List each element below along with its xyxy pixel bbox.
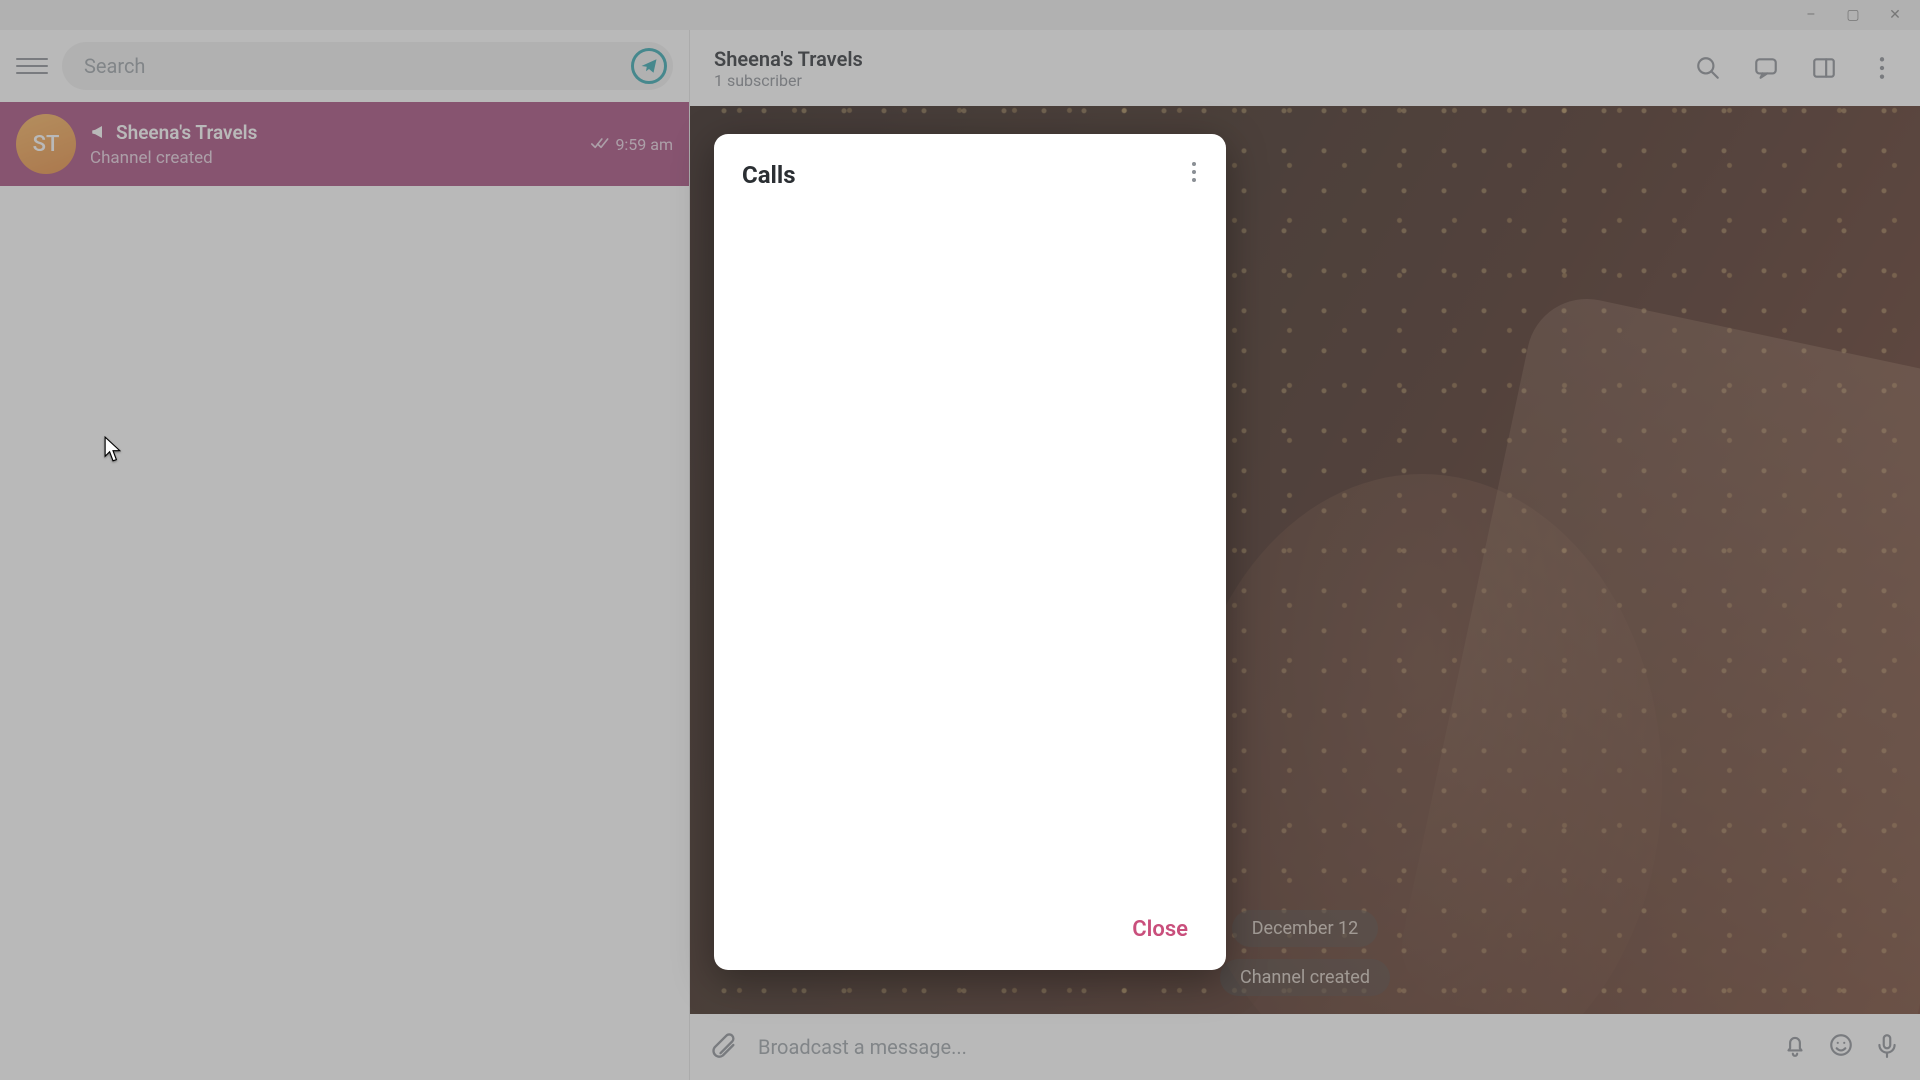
- modal-title: Calls: [742, 161, 796, 189]
- close-button[interactable]: Close: [1122, 909, 1198, 950]
- calls-modal: Calls Close: [714, 134, 1226, 970]
- modal-body: [742, 190, 1198, 909]
- modal-more-icon[interactable]: [1190, 160, 1198, 190]
